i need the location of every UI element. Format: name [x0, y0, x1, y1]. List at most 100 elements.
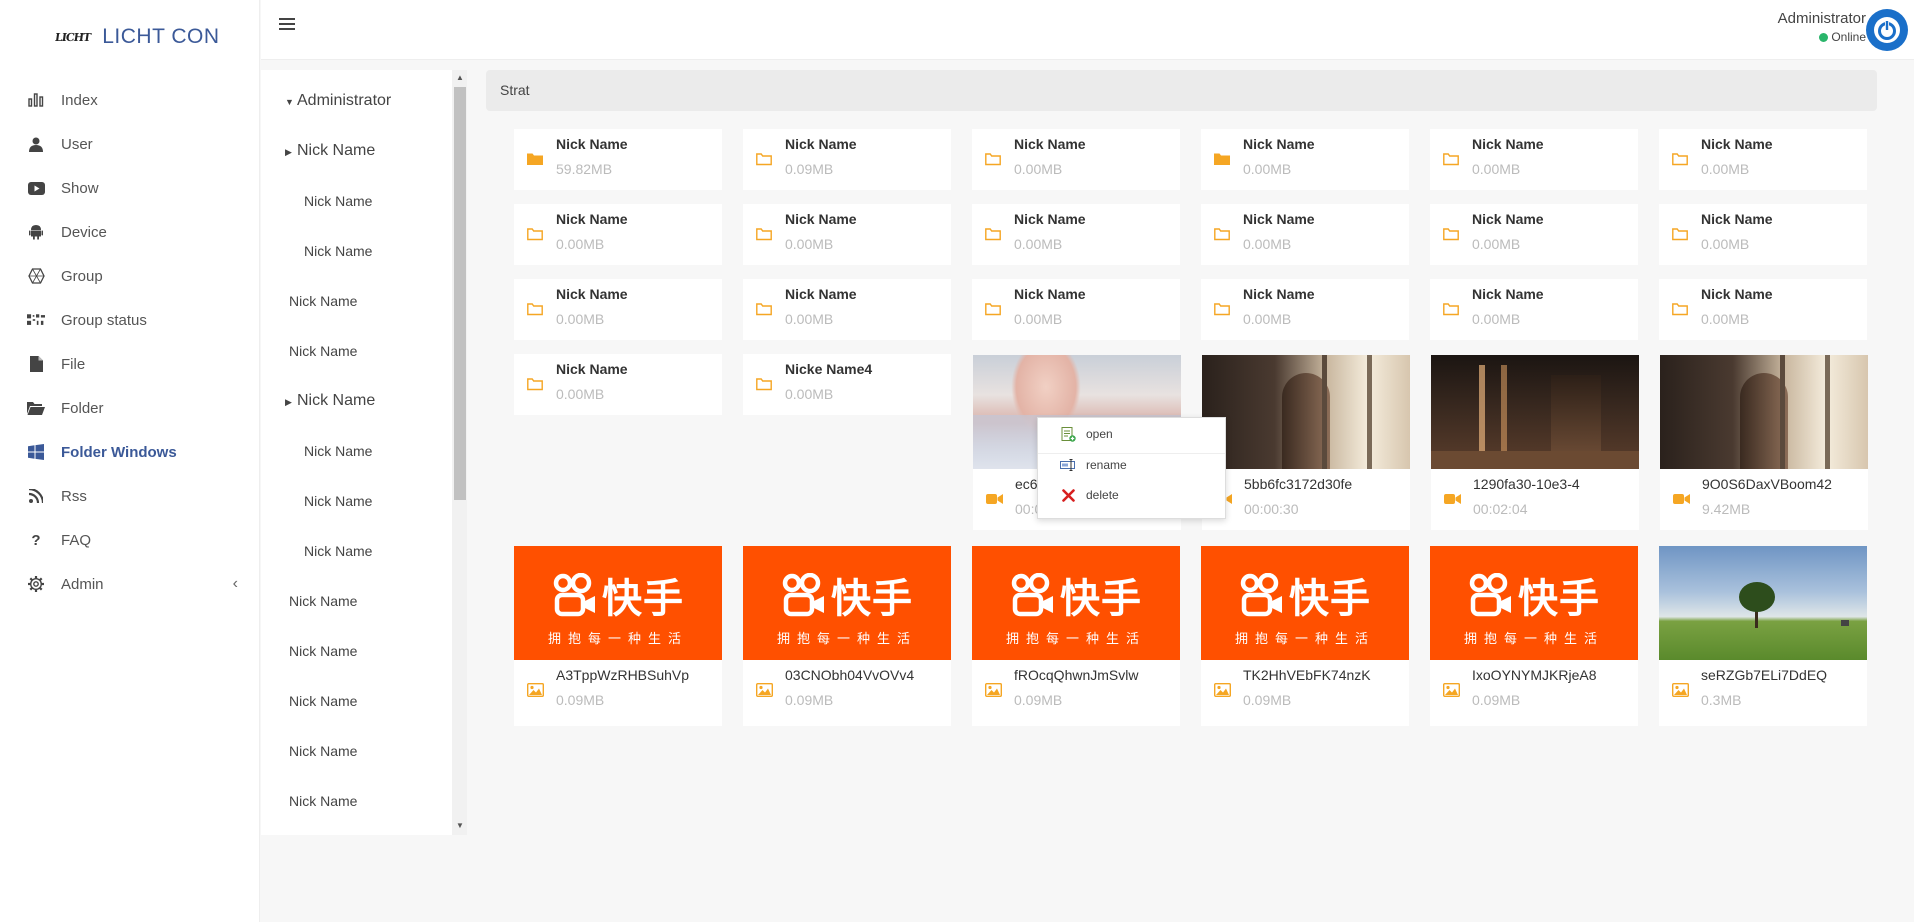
context-menu-delete[interactable]: delete	[1038, 480, 1225, 510]
tree-node[interactable]: Nick Name	[304, 243, 372, 259]
tree-node[interactable]: Nick Name	[289, 293, 357, 309]
folder-card[interactable]: Nick Name 0.09MB	[743, 129, 951, 190]
image-card[interactable]: 快手 拥抱每一种生活 fROcqQhwnJmSvlw 0.09MB	[972, 546, 1180, 726]
tree-node[interactable]: ▼ Administrator	[285, 92, 391, 110]
tree-scrollbar-thumb[interactable]	[454, 87, 466, 500]
folder-card[interactable]: Nick Name 0.00MB	[1201, 204, 1409, 265]
card-meta: Nick Name 0.00MB	[972, 129, 1180, 190]
user-info[interactable]: Administrator Online	[1778, 10, 1866, 44]
gear-icon	[27, 575, 45, 593]
kuaishou-logo-icon	[1011, 572, 1053, 616]
caret-down-icon[interactable]: ▼	[285, 97, 297, 107]
image-card[interactable]: 快手 拥抱每一种生活 IxoOYNYMJKRjeA8 0.09MB	[1430, 546, 1638, 726]
folder-icon	[1672, 152, 1688, 168]
user-status: Online	[1778, 30, 1866, 44]
folder-card[interactable]: Nick Name 0.00MB	[1659, 204, 1867, 265]
file-size: 0.00MB	[1243, 161, 1292, 177]
context-menu-open[interactable]: open	[1038, 419, 1225, 449]
tree-node-label: Nick Name	[289, 693, 358, 709]
folder-card[interactable]: Nick Name 59.82MB	[514, 129, 722, 190]
nav-item-faq[interactable]: ? FAQ	[0, 518, 260, 562]
image-card[interactable]: 快手 拥抱每一种生活 03CNObh04VvOVv4 0.09MB	[743, 546, 951, 726]
file-size: 59.82MB	[556, 161, 613, 177]
video-card[interactable]: 9O0S6DaxVBoom42 9.42MB	[1660, 355, 1868, 530]
folder-card[interactable]: Nick Name 0.00MB	[1430, 279, 1638, 340]
tree-node[interactable]: Nick Name	[304, 493, 372, 509]
folder-card[interactable]: Nick Name 0.00MB	[743, 204, 951, 265]
tree-node-label: Nick Name	[289, 643, 358, 659]
tree-node[interactable]: Nick Name	[289, 593, 357, 609]
nav-item-rss[interactable]: Rss	[0, 474, 260, 518]
file-size: 0.09MB	[1014, 692, 1063, 708]
nav-item-label: Show	[61, 179, 99, 197]
tree-node[interactable]: Nick Name	[289, 793, 357, 809]
folder-card[interactable]: Nick Name 0.00MB	[514, 204, 722, 265]
tree-node[interactable]: ▶ Nick Name	[285, 392, 375, 410]
caret-right-icon[interactable]: ▶	[285, 397, 297, 408]
folder-card[interactable]: Nick Name 0.00MB	[972, 279, 1180, 340]
folder-icon	[1214, 227, 1230, 243]
file-size: 0.00MB	[1472, 236, 1521, 252]
breadcrumb[interactable]: Strat	[486, 70, 1877, 111]
folder-card[interactable]: Nick Name 0.00MB	[1659, 129, 1867, 190]
nav-item-folder-windows[interactable]: Folder Windows	[0, 430, 260, 474]
tree-node[interactable]: Nick Name	[289, 643, 357, 659]
file-name: Nick Name	[556, 286, 628, 302]
nav-item-label: Group status	[61, 311, 147, 329]
image-card[interactable]: 快手 拥抱每一种生活 A3TppWzRHBSuhVp 0.09MB	[514, 546, 722, 726]
folder-card[interactable]: Nick Name 0.00MB	[1201, 279, 1409, 340]
nav-item-file[interactable]: File	[0, 342, 260, 386]
nav-item-index[interactable]: Index	[0, 78, 260, 122]
video-card[interactable]: 1290fa30-10e3-4 00:02:04	[1431, 355, 1639, 530]
nav-item-admin[interactable]: Admin ‹	[0, 562, 260, 606]
card-meta: Nick Name 0.00MB	[743, 279, 951, 340]
tree-node[interactable]: Nick Name	[304, 193, 372, 209]
file-name: Nick Name	[785, 211, 857, 227]
folder-card[interactable]: Nick Name 0.00MB	[1430, 204, 1638, 265]
file-size: 0.00MB	[1243, 311, 1292, 327]
folder-card[interactable]: Nick Name 0.00MB	[1659, 279, 1867, 340]
kuaishou-thumbnail: 快手 拥抱每一种生活	[1430, 546, 1638, 660]
nav-item-device[interactable]: Device	[0, 210, 260, 254]
nav-item-show[interactable]: Show	[0, 166, 260, 210]
tree-node[interactable]: Nick Name	[289, 743, 357, 759]
tree-node[interactable]: Nick Name	[289, 693, 357, 709]
context-menu-rename[interactable]: rename	[1038, 450, 1225, 480]
tree-node[interactable]: Nick Name	[304, 443, 372, 459]
kuaishou-thumbnail: 快手 拥抱每一种生活	[1201, 546, 1409, 660]
file-name: Nick Name	[1701, 211, 1773, 227]
folder-card[interactable]: Nicke Name4 0.00MB	[743, 354, 951, 415]
folder-card[interactable]: Nick Name 0.00MB	[1201, 129, 1409, 190]
scroll-up-icon[interactable]: ▲	[454, 72, 466, 84]
bar-chart-icon	[27, 91, 45, 109]
chevron-left-icon[interactable]: ‹	[233, 575, 238, 593]
menu-toggle-icon[interactable]	[279, 18, 295, 32]
nav-item-group[interactable]: Group	[0, 254, 260, 298]
folder-icon	[1443, 227, 1459, 243]
folder-card[interactable]: Nick Name 0.00MB	[1430, 129, 1638, 190]
folder-icon	[1443, 302, 1459, 318]
folder-card[interactable]: Nick Name 0.00MB	[743, 279, 951, 340]
file-size: 0.00MB	[1701, 311, 1750, 327]
topbar: Administrator Online	[261, 0, 1914, 60]
video-card[interactable]: 5bb6fc3172d30fe 00:00:30	[1202, 355, 1410, 530]
image-card[interactable]: 快手 拥抱每一种生活 TK2HhVEbFK74nzK 0.09MB	[1201, 546, 1409, 726]
avatar[interactable]	[1866, 9, 1908, 51]
brand[interactable]: LICHT LICHT CON	[0, 0, 259, 74]
tree-node-label: Nick Name	[289, 793, 358, 809]
folder-icon	[527, 227, 543, 243]
folder-card[interactable]: Nick Name 0.00MB	[514, 354, 722, 415]
tree-node[interactable]: Nick Name	[289, 343, 357, 359]
tree-node[interactable]: ▶ Nick Name	[285, 142, 375, 160]
image-card[interactable]: seRZGb7ELi7DdEQ 0.3MB	[1659, 546, 1867, 726]
nav-item-folder[interactable]: Folder	[0, 386, 260, 430]
folder-card[interactable]: Nick Name 0.00MB	[972, 129, 1180, 190]
caret-right-icon[interactable]: ▶	[285, 147, 297, 158]
folder-card[interactable]: Nick Name 0.00MB	[972, 204, 1180, 265]
tree-node[interactable]: Nick Name	[304, 543, 372, 559]
nav-item-user[interactable]: User	[0, 122, 260, 166]
file-size: 0.00MB	[1014, 236, 1063, 252]
scroll-down-icon[interactable]: ▼	[454, 820, 466, 832]
nav-item-group-status[interactable]: Group status	[0, 298, 260, 342]
folder-card[interactable]: Nick Name 0.00MB	[514, 279, 722, 340]
